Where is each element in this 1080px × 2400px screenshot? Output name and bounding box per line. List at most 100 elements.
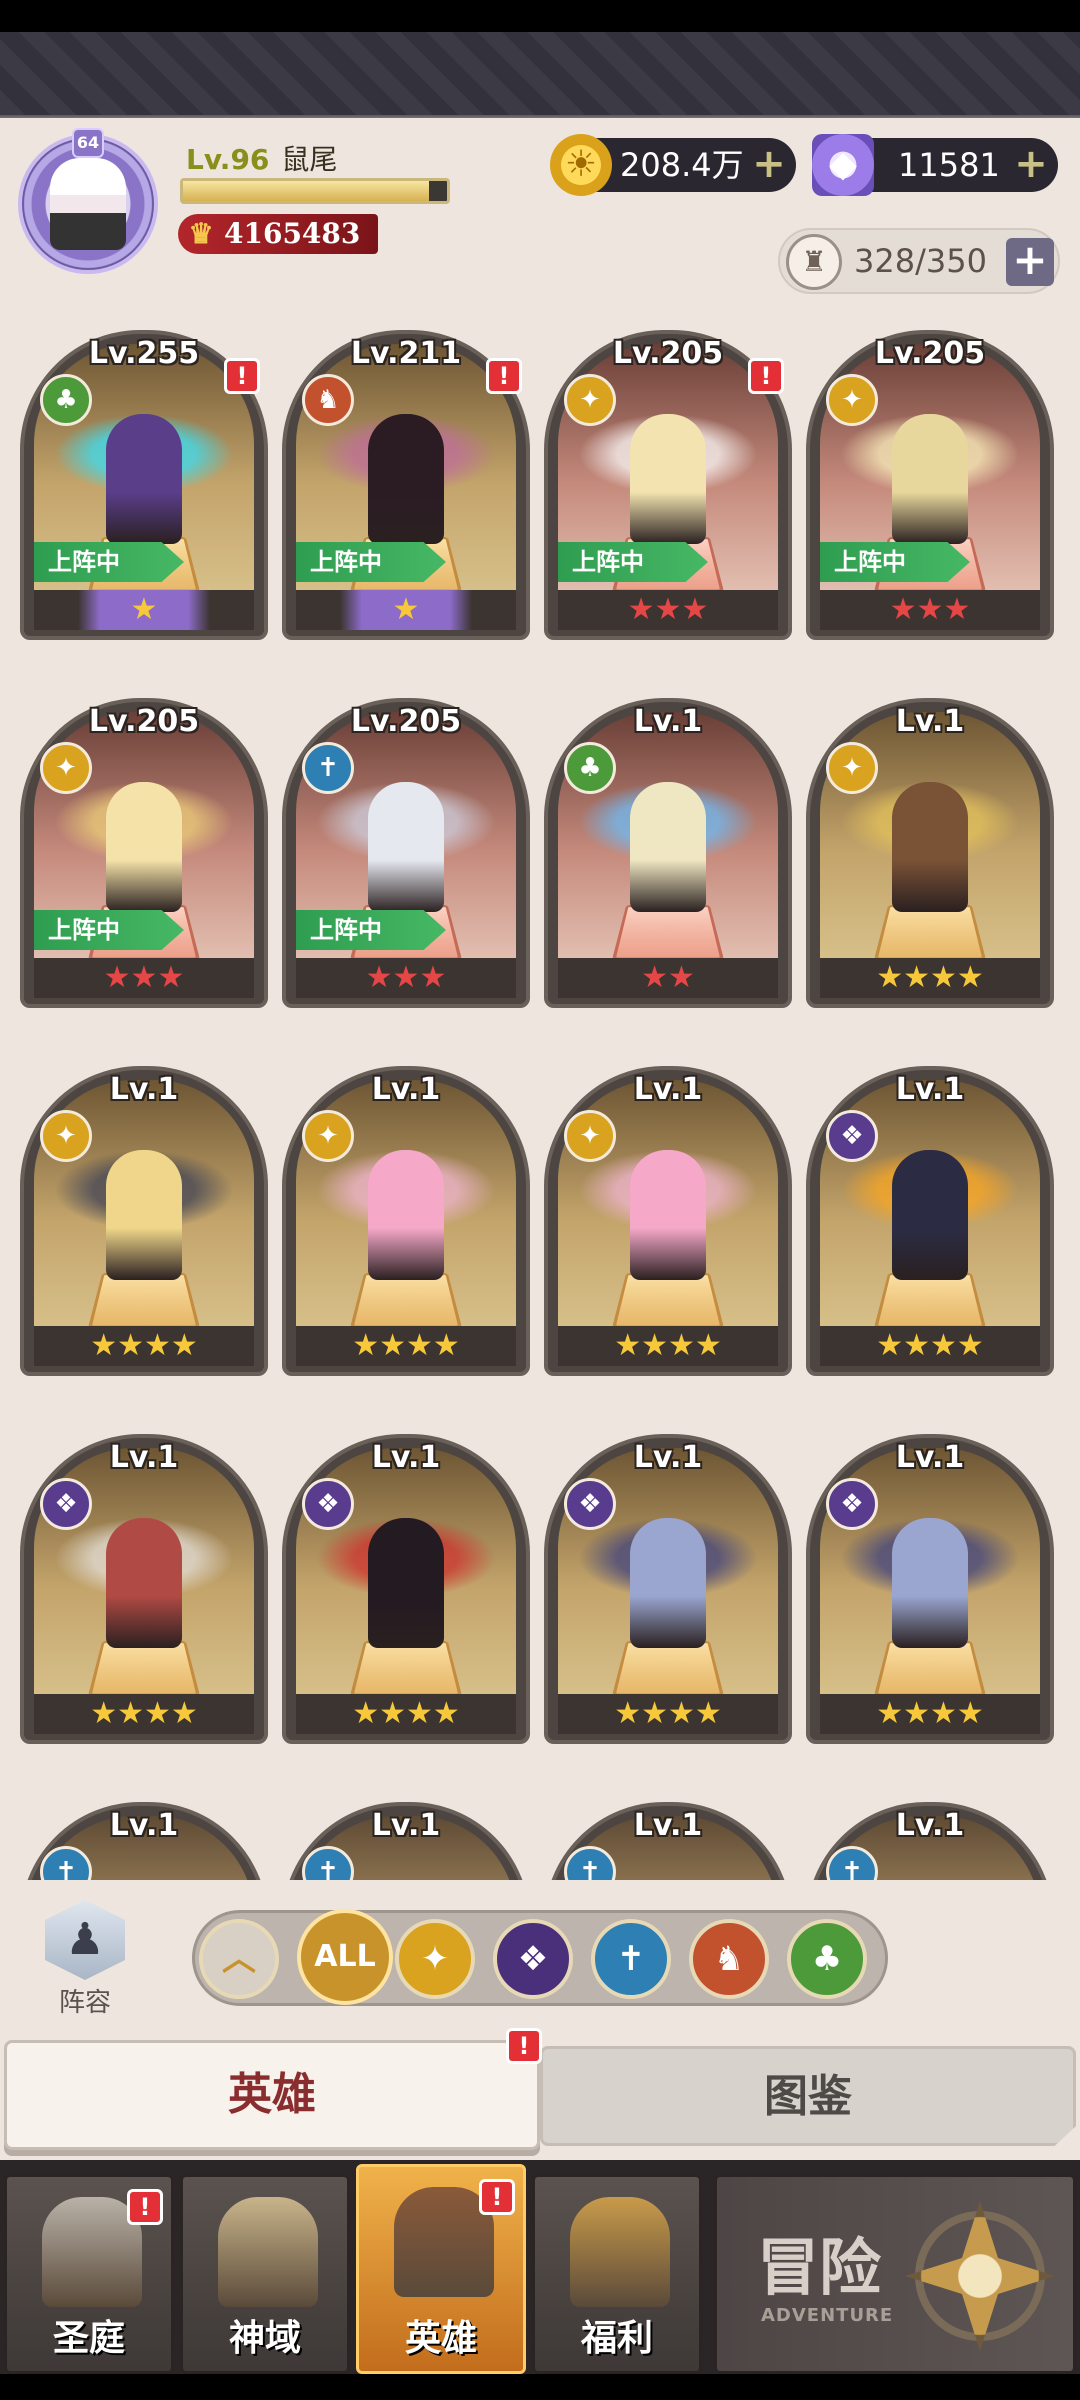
top-decor-bar <box>0 32 1080 129</box>
hero-pedestal <box>611 1273 725 1330</box>
add-gold-button[interactable]: + <box>750 144 788 184</box>
hero-level: Lv.1 <box>895 1808 965 1843</box>
hero-level: Lv.1 <box>109 1808 179 1843</box>
fox-faction-icon: ♞ <box>302 374 354 426</box>
hero-grid: Lv.255 ♣! 上阵中 ★ Lv.211 ♞! 上阵中 ★ Lv.205 ✦! 上阵中 ★★★ Lv… <box>0 300 1080 1880</box>
xp-bar-fill <box>183 181 429 201</box>
hero-sprite <box>106 1150 182 1280</box>
hero-card[interactable]: Lv.1 ❖ ★★★★ <box>806 1404 1054 1744</box>
dark-faction-icon: ❖ <box>40 1478 92 1530</box>
hero-level: Lv.205 <box>350 704 462 739</box>
filter-holy-icon[interactable]: ✝ <box>591 1919 671 1999</box>
hero-stars: ★★★★ <box>820 1694 1040 1734</box>
hero-card[interactable]: Lv.1 ❖ ★★★★ <box>806 1036 1054 1376</box>
filter-collapse-button[interactable]: ︿ <box>199 1919 279 1999</box>
hero-sprite <box>368 1518 444 1648</box>
hero-card[interactable]: Lv.1 ♣ ★★ <box>544 668 792 1008</box>
nature-faction-icon: ♣ <box>564 742 616 794</box>
in-lineup-badge: 上阵中 <box>296 910 446 950</box>
hero-level: Lv.1 <box>633 704 703 739</box>
hero-pedestal <box>873 1641 987 1698</box>
hero-stars: ★ <box>34 590 254 630</box>
diamond-icon: ◆ <box>812 134 874 196</box>
filter-light-icon[interactable]: ✦ <box>395 1919 475 1999</box>
hero-card[interactable]: Lv.205 ✦! 上阵中 ★★★ <box>544 300 792 640</box>
hero-stars: ★★★ <box>558 590 778 630</box>
hero-sprite <box>630 782 706 912</box>
status-bar <box>0 0 1080 32</box>
hero-level: Lv.1 <box>895 1440 965 1475</box>
hero-card[interactable]: Lv.1 ✦ ★★★★ <box>806 668 1054 1008</box>
hero-alert-icon: ! <box>486 358 522 394</box>
hero-sprite <box>368 414 444 544</box>
nav-item[interactable]: 福利 <box>532 2174 702 2374</box>
hero-level: Lv.1 <box>895 704 965 739</box>
hero-sprite <box>892 1518 968 1648</box>
hero-card[interactable]: Lv.1 ✦ ★★★★ <box>282 1036 530 1376</box>
expand-capacity-button[interactable]: + <box>1006 238 1054 286</box>
filter-fox-icon[interactable]: ♞ <box>689 1919 769 1999</box>
hero-pedestal <box>611 905 725 962</box>
capacity-value: 328/350 <box>854 242 987 280</box>
hero-card[interactable]: Lv.1 ❖ ★★★★ <box>20 1404 268 1744</box>
hero-level: Lv.1 <box>371 1072 441 1107</box>
light-faction-icon: ✦ <box>40 742 92 794</box>
nav-item-label: 福利 <box>580 2318 653 2359</box>
hero-card[interactable]: Lv.1 ✦ ★★★★ <box>20 1036 268 1376</box>
tab-codex[interactable]: 图鉴 <box>540 2046 1076 2146</box>
adventure-title: 冒险 <box>757 2231 882 2304</box>
player-level: Lv.96 <box>186 143 270 176</box>
nav-item[interactable]: 圣庭! <box>4 2174 174 2374</box>
compass-icon <box>905 2201 1055 2351</box>
nav-item-label: 神域 <box>228 2318 301 2359</box>
in-lineup-badge: 上阵中 <box>296 542 446 582</box>
light-faction-icon: ✦ <box>826 742 878 794</box>
nature-faction-icon: ♣ <box>40 374 92 426</box>
nav-item-icon <box>570 2197 670 2307</box>
xp-bar <box>180 178 450 204</box>
nav-item-icon <box>218 2197 318 2307</box>
player-avatar[interactable]: 64 <box>8 128 168 278</box>
hero-card[interactable]: Lv.255 ♣! 上阵中 ★ <box>20 300 268 640</box>
lineup-button[interactable]: ♟ 阵容 <box>30 1900 140 2020</box>
adventure-button[interactable]: 冒险 ADVENTURE <box>714 2174 1076 2374</box>
hero-stars: ★★★★ <box>558 1326 778 1366</box>
hero-card[interactable]: Lv.1 ❖ ★★★★ <box>544 1404 792 1744</box>
hero-sprite <box>368 782 444 912</box>
hero-card[interactable]: Lv.205 ✦ 上阵中 ★★★ <box>806 300 1054 640</box>
filter-nature-icon[interactable]: ♣ <box>787 1919 867 1999</box>
light-faction-icon: ✦ <box>302 1110 354 1162</box>
nav-item-label: 圣庭 <box>52 2318 125 2359</box>
hero-sprite <box>630 414 706 544</box>
nav-alert-icon: ! <box>479 2179 515 2215</box>
chess-pawn-icon: ♟ <box>45 1900 125 1980</box>
hero-card[interactable]: Lv.205 ✦ 上阵中 ★★★ <box>20 668 268 1008</box>
hero-card[interactable]: Lv.211 ♞! 上阵中 ★ <box>282 300 530 640</box>
light-faction-icon: ✦ <box>564 374 616 426</box>
hero-card[interactable]: Lv.205 ✝ 上阵中 ★★★ <box>282 668 530 1008</box>
hero-sprite <box>106 782 182 912</box>
hero-sprite <box>106 1518 182 1648</box>
hero-card[interactable]: Lv.1 ✦ ★★★★ <box>544 1036 792 1376</box>
hero-card[interactable]: Lv.1 ✝ <box>806 1772 1054 1880</box>
filter-all-button[interactable]: ALL <box>297 1909 393 2005</box>
hero-pedestal <box>873 1273 987 1330</box>
hero-card[interactable]: Lv.1 ✝ <box>544 1772 792 1880</box>
hero-pedestal <box>87 1273 201 1330</box>
nav-item[interactable]: 神域 <box>180 2174 350 2374</box>
hero-card[interactable]: Lv.1 ✝ <box>20 1772 268 1880</box>
tab-codex-label: 图鉴 <box>764 2071 852 2122</box>
in-lineup-badge: 上阵中 <box>34 542 184 582</box>
hero-level: Lv.1 <box>371 1808 441 1843</box>
tab-heroes[interactable]: 英雄 <box>4 2040 540 2150</box>
nav-item[interactable]: 英雄! <box>356 2164 526 2374</box>
hero-stars: ★★★★ <box>34 1326 254 1366</box>
filter-dark-icon[interactable]: ❖ <box>493 1919 573 1999</box>
add-gem-button[interactable]: + <box>1012 144 1050 184</box>
hero-capacity: ♜ 328/350 + <box>778 228 1060 294</box>
hero-sprite <box>892 1150 968 1280</box>
hero-level: Lv.205 <box>874 336 986 371</box>
hero-card[interactable]: Lv.1 ❖ ★★★★ <box>282 1404 530 1744</box>
hero-level: Lv.1 <box>633 1808 703 1843</box>
hero-card[interactable]: Lv.1 ✝ <box>282 1772 530 1880</box>
